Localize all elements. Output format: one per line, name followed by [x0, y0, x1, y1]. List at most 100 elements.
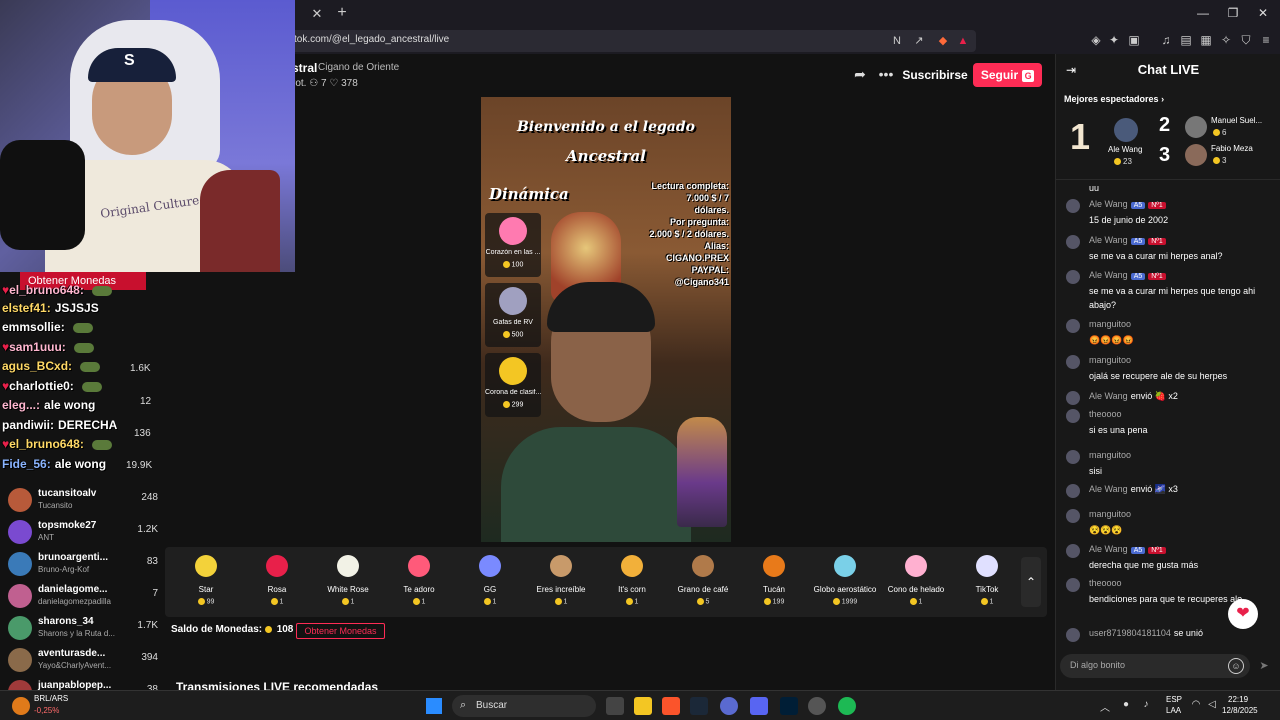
music-icon[interactable]: ♫	[1158, 32, 1174, 48]
sidebar-live-item[interactable]: sharons_34 Sharons y la Ruta d... 1.7K	[8, 614, 158, 650]
keyboard-layout[interactable]: LAA	[1166, 706, 1181, 715]
gift-item[interactable]: Eres increíble 1	[526, 553, 596, 613]
vpn-icon[interactable]: ⛉	[1238, 32, 1254, 48]
avatar[interactable]	[1066, 235, 1080, 249]
extension-icon[interactable]: ◈	[1088, 32, 1104, 48]
discord-icon[interactable]	[750, 697, 768, 715]
chat-username[interactable]: manguitoo	[1089, 450, 1131, 460]
chat-username[interactable]: theoooo	[1089, 578, 1122, 588]
avatar[interactable]	[1066, 391, 1080, 405]
clock-time[interactable]: 22:19	[1228, 695, 1248, 704]
gift-item[interactable]: GG 1	[455, 553, 525, 613]
more-options-icon[interactable]: •••	[876, 64, 896, 84]
spotify-icon[interactable]	[838, 697, 856, 715]
sidebar-live-item[interactable]: topsmoke27 ANT 1.2K	[8, 518, 158, 554]
gift-item[interactable]: Tucán 199	[739, 553, 809, 613]
brave-shield-icon[interactable]: ◆	[936, 34, 950, 48]
wifi-icon[interactable]: ◠	[1190, 699, 1202, 711]
maximize-button[interactable]: ❐	[1222, 4, 1244, 22]
sidebar-live-item[interactable]: tucansitoalv Tucansito 248	[8, 486, 158, 522]
file-explorer-icon[interactable]	[634, 697, 652, 715]
streamer-name[interactable]: stral	[292, 61, 317, 75]
chat-input[interactable]: Di algo bonito ☺	[1060, 654, 1250, 678]
rank-1-name[interactable]: Ale Wang	[1108, 145, 1142, 154]
sidebar-live-item[interactable]: brunoargenti... Bruno-Arg-Kof 83	[8, 550, 158, 586]
url-text[interactable]: tok.com/@el_legado_ancestral/live	[294, 34, 449, 45]
tab-close-button[interactable]: ✕	[308, 5, 326, 23]
gift-item[interactable]: White Rose 1	[313, 553, 383, 613]
avatar[interactable]	[1114, 118, 1138, 142]
chat-username[interactable]: Ale Wang A5 Nº1	[1089, 544, 1166, 554]
brave-browser-icon[interactable]	[662, 697, 680, 715]
chat-username[interactable]: manguitoo	[1089, 509, 1131, 519]
avatar[interactable]	[1066, 509, 1080, 523]
tray-app-icon[interactable]: ●	[1120, 699, 1132, 711]
gift-item[interactable]: Grano de café 5	[668, 553, 738, 613]
avatar[interactable]	[1066, 409, 1080, 423]
avatar[interactable]	[1066, 319, 1080, 333]
currency-pair[interactable]: BRL/ARS	[34, 694, 68, 703]
avatar[interactable]	[1185, 116, 1207, 138]
gift-item[interactable]: Te adoro 1	[384, 553, 454, 613]
gift-item[interactable]: It's corn 1	[597, 553, 667, 613]
subscribe-button[interactable]: Suscribirse	[900, 63, 970, 87]
tray-expand-icon[interactable]: ︿	[1100, 699, 1110, 714]
close-window-button[interactable]: ✕	[1252, 4, 1274, 22]
chat-username[interactable]: manguitoo	[1089, 355, 1131, 365]
photoshop-icon[interactable]	[780, 697, 798, 715]
chat-username[interactable]: Ale Wang A5 Nº1	[1089, 270, 1166, 280]
rank-3-name[interactable]: Fabio Meza	[1211, 144, 1253, 153]
wallet-icon[interactable]: ▦	[1198, 32, 1214, 48]
avatar[interactable]	[1066, 355, 1080, 369]
chat-username[interactable]: user8719804181104 se unió	[1089, 628, 1203, 638]
vpn-app-icon[interactable]	[720, 697, 738, 715]
avatar[interactable]	[1066, 628, 1080, 642]
sidebar-live-item[interactable]: aventurasde... Yayo&CharlyAvent... 394	[8, 646, 158, 682]
avatar[interactable]	[1066, 578, 1080, 592]
like-heart-button[interactable]: ❤	[1228, 599, 1258, 629]
rank-2-name[interactable]: Manuel Suel...	[1211, 116, 1262, 125]
gift-item[interactable]: Globo aerostático 1999	[810, 553, 880, 613]
avatar[interactable]	[1185, 144, 1207, 166]
microphone-icon[interactable]: ♪	[1140, 699, 1152, 711]
live-video[interactable]: Bienvenido a el legado Ancestral Dinámic…	[481, 97, 731, 542]
obs-icon[interactable]	[808, 697, 826, 715]
url-field[interactable]: tok.com/@el_legado_ancestral/live N ↗ ◆ …	[280, 30, 976, 52]
steam-icon[interactable]	[690, 697, 708, 715]
expand-gifts-button[interactable]: ⌃	[1021, 557, 1041, 607]
leo-ai-icon[interactable]: ✧	[1218, 32, 1234, 48]
screenshot-icon[interactable]: ▣	[1126, 32, 1142, 48]
follow-button[interactable]: Seguir G	[973, 63, 1042, 87]
avatar[interactable]	[1066, 544, 1080, 558]
new-tab-button[interactable]: +	[333, 4, 351, 22]
currency-widget-icon[interactable]	[12, 697, 30, 715]
sidebar-icon[interactable]: ▤	[1178, 32, 1194, 48]
avatar[interactable]	[1066, 450, 1080, 464]
sidebar-live-item[interactable]: danielagome... danielagomezpadilla 7	[8, 582, 158, 618]
chat-username[interactable]: Ale Wang A5 Nº1	[1089, 235, 1166, 245]
start-button[interactable]	[426, 698, 442, 714]
gift-item[interactable]: TikTok 1	[952, 553, 1022, 613]
gift-item[interactable]: Rosa 1	[242, 553, 312, 613]
chat-username[interactable]: Ale Wang A5 Nº1	[1089, 199, 1166, 209]
menu-icon[interactable]: ≡	[1258, 32, 1274, 48]
chat-username[interactable]: Ale Wang envió 🍓 x2	[1089, 391, 1178, 402]
no-tracking-icon[interactable]: N	[890, 34, 904, 48]
clock-date[interactable]: 12/8/2025	[1222, 706, 1258, 715]
share-page-icon[interactable]: ↗	[912, 34, 926, 48]
minimize-button[interactable]: —	[1192, 4, 1214, 22]
language-code[interactable]: ESP	[1166, 695, 1182, 704]
task-view-icon[interactable]	[606, 697, 624, 715]
get-coins-button[interactable]: Obtener Monedas	[296, 623, 385, 639]
chat-username[interactable]: manguitoo	[1089, 319, 1131, 329]
emoji-icon[interactable]: ☺	[1228, 658, 1244, 674]
share-arrow-icon[interactable]: ➦	[850, 64, 870, 84]
avatar[interactable]	[1066, 270, 1080, 284]
taskbar-search[interactable]: ⌕ Buscar	[452, 695, 596, 717]
chat-username[interactable]: Ale Wang envió 🌌 x3	[1089, 484, 1178, 495]
volume-icon[interactable]: ◁	[1206, 699, 1218, 711]
avatar[interactable]	[1066, 484, 1080, 498]
avatar[interactable]	[1066, 199, 1080, 213]
gift-item[interactable]: Cono de helado 1	[881, 553, 951, 613]
send-icon[interactable]: ➤	[1256, 658, 1272, 674]
